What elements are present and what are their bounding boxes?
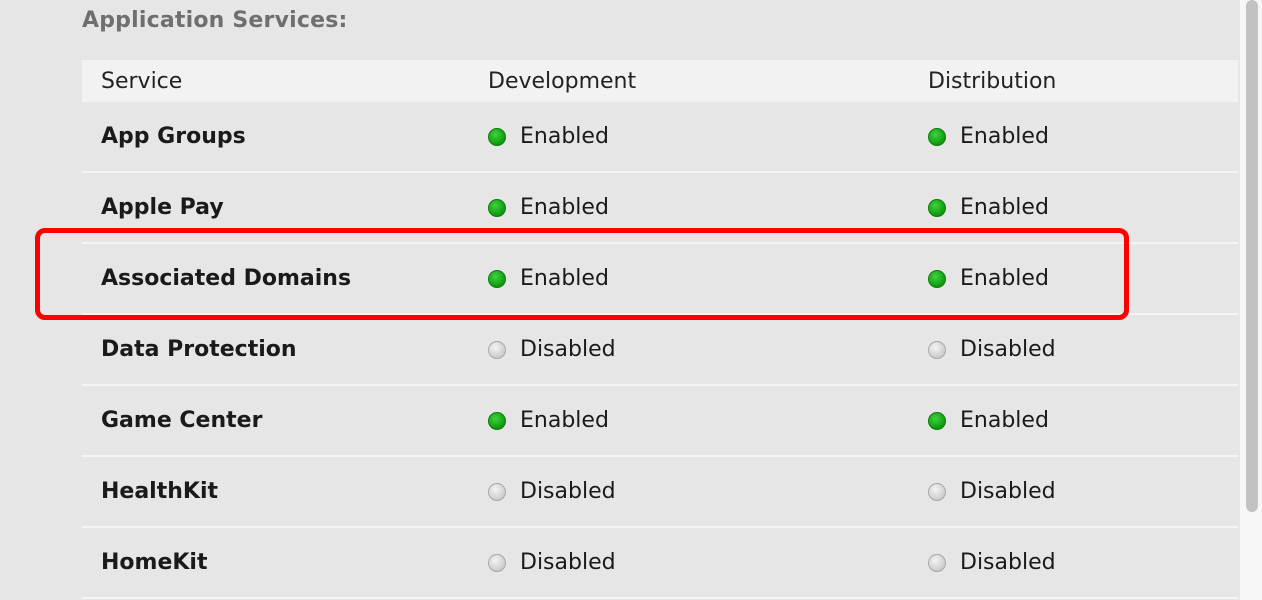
gray-status-dot-icon xyxy=(488,553,506,572)
table-row: App Groups Enabled Enabled xyxy=(82,102,1238,173)
status-label: Enabled xyxy=(520,124,609,149)
status-label: Enabled xyxy=(960,266,1049,291)
green-status-dot-icon xyxy=(928,127,946,146)
development-status: Disabled xyxy=(488,337,616,362)
status-label: Enabled xyxy=(520,266,609,291)
service-name: Data Protection xyxy=(101,337,297,362)
distribution-status: Enabled xyxy=(928,266,1049,291)
table-row: HealthKit Disabled Disabled xyxy=(82,457,1238,528)
status-label: Enabled xyxy=(960,124,1049,149)
development-status: Enabled xyxy=(488,408,609,433)
table-row: Associated Domains Enabled Enabled xyxy=(82,244,1238,315)
scrollbar-thumb[interactable] xyxy=(1246,0,1258,512)
section-title: Application Services: xyxy=(82,8,348,33)
service-name: Associated Domains xyxy=(101,266,352,291)
gray-status-dot-icon xyxy=(488,482,506,501)
table-row: HomeKit Disabled Disabled xyxy=(82,528,1238,599)
services-table: Service Development Distribution App Gro… xyxy=(82,60,1238,599)
status-label: Enabled xyxy=(520,408,609,433)
green-status-dot-icon xyxy=(488,198,506,217)
header-distribution: Distribution xyxy=(928,68,1057,94)
service-name: App Groups xyxy=(101,124,246,149)
status-label: Enabled xyxy=(960,408,1049,433)
page: Application Services: Service Developmen… xyxy=(0,0,1262,600)
distribution-status: Enabled xyxy=(928,124,1049,149)
gray-status-dot-icon xyxy=(928,553,946,572)
status-label: Disabled xyxy=(960,479,1056,504)
table-row: Apple Pay Enabled Enabled xyxy=(82,173,1238,244)
development-status: Enabled xyxy=(488,266,609,291)
table-row: Game Center Enabled Enabled xyxy=(82,386,1238,457)
status-label: Disabled xyxy=(960,550,1056,575)
distribution-status: Disabled xyxy=(928,337,1056,362)
green-status-dot-icon xyxy=(928,269,946,288)
service-name: HealthKit xyxy=(101,479,219,504)
development-status: Enabled xyxy=(488,195,609,220)
gray-status-dot-icon xyxy=(928,340,946,359)
status-label: Enabled xyxy=(960,195,1049,220)
green-status-dot-icon xyxy=(488,127,506,146)
development-status: Disabled xyxy=(488,550,616,575)
development-status: Enabled xyxy=(488,124,609,149)
distribution-status: Disabled xyxy=(928,479,1056,504)
status-label: Disabled xyxy=(520,550,616,575)
gray-status-dot-icon xyxy=(488,340,506,359)
green-status-dot-icon xyxy=(928,198,946,217)
service-name: Game Center xyxy=(101,408,263,433)
header-service: Service xyxy=(101,68,183,94)
green-status-dot-icon xyxy=(488,411,506,430)
service-name: HomeKit xyxy=(101,550,208,575)
service-name: Apple Pay xyxy=(101,195,224,220)
table-header: Service Development Distribution xyxy=(82,60,1238,102)
green-status-dot-icon xyxy=(488,269,506,288)
distribution-status: Disabled xyxy=(928,550,1056,575)
table-row: Data Protection Disabled Disabled xyxy=(82,315,1238,386)
status-label: Enabled xyxy=(520,195,609,220)
status-label: Disabled xyxy=(960,337,1056,362)
gray-status-dot-icon xyxy=(928,482,946,501)
distribution-status: Enabled xyxy=(928,408,1049,433)
distribution-status: Enabled xyxy=(928,195,1049,220)
header-development: Development xyxy=(488,68,637,94)
development-status: Disabled xyxy=(488,479,616,504)
status-label: Disabled xyxy=(520,479,616,504)
green-status-dot-icon xyxy=(928,411,946,430)
status-label: Disabled xyxy=(520,337,616,362)
